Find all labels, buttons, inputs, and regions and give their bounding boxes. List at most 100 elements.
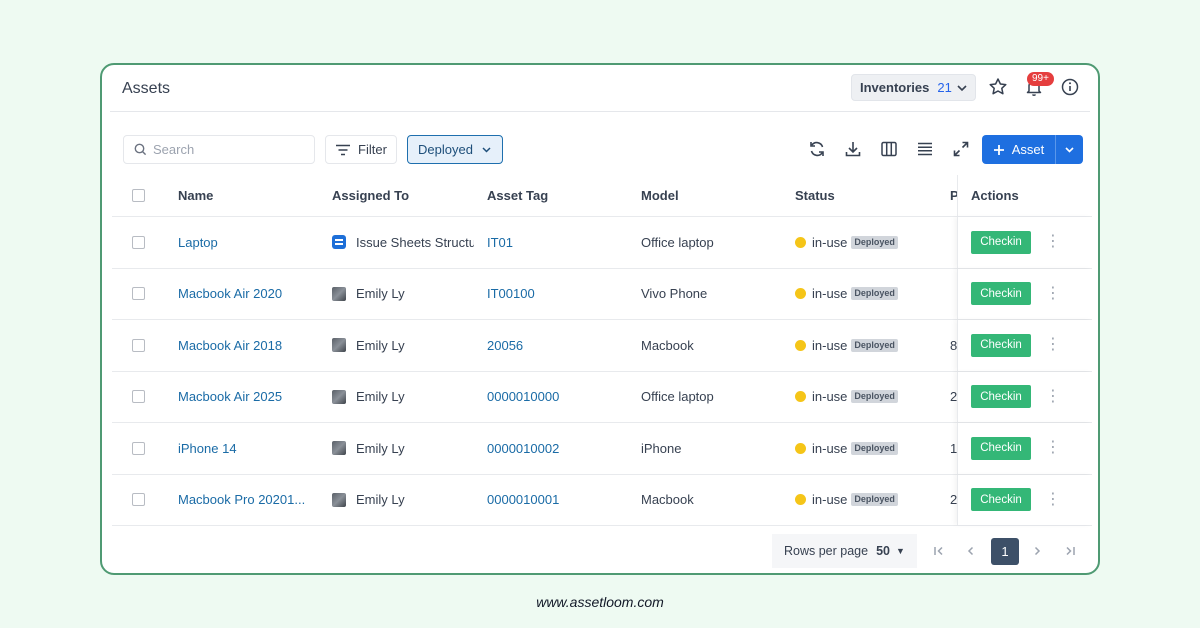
filter-icon	[336, 144, 351, 155]
asset-tag-link[interactable]: 0000010000	[487, 372, 627, 423]
column-header-assigned-to[interactable]: Assigned To	[332, 175, 474, 216]
checkin-button[interactable]: Checkin	[971, 230, 1031, 254]
header-bar: Assets Inventories 21 99+	[110, 65, 1090, 112]
last-page-button[interactable]	[1061, 540, 1079, 562]
filter-label: Filter	[358, 142, 387, 157]
assigned-to-cell: Emily Ly	[332, 320, 474, 371]
checkin-button[interactable]: Checkin	[971, 385, 1031, 409]
status-cell: in-use Deployed	[795, 269, 945, 320]
status-dot-icon	[795, 442, 806, 454]
asset-name-link[interactable]: Macbook Air 2020	[178, 269, 328, 320]
info-icon[interactable]	[1059, 76, 1081, 98]
model-text: Macbook	[641, 492, 694, 508]
actions-cell: Checkin ⋮	[957, 423, 1092, 474]
current-page[interactable]: 1	[991, 538, 1019, 565]
status-dot-icon	[795, 391, 806, 403]
row-checkbox[interactable]	[132, 493, 145, 507]
prev-page-button[interactable]	[962, 540, 980, 562]
asset-tag-link[interactable]: 0000010002	[487, 423, 627, 474]
search-field[interactable]	[123, 135, 315, 164]
asset-tag-link[interactable]: 20056	[487, 320, 627, 371]
search-input[interactable]	[153, 142, 303, 157]
inventories-count: 21	[937, 80, 952, 95]
more-options-icon[interactable]: ⋮	[1045, 337, 1061, 353]
assigned-to-text: Issue Sheets Structu	[356, 234, 474, 250]
next-page-button[interactable]	[1028, 540, 1046, 562]
model-text: Office laptop	[641, 234, 714, 250]
table-row[interactable]: Macbook Pro 20201... Emily Ly 0000010001 Ma…	[112, 474, 1092, 526]
more-options-icon[interactable]: ⋮	[1045, 285, 1061, 302]
density-icon[interactable]	[915, 139, 935, 159]
star-icon[interactable]	[987, 76, 1009, 98]
fullscreen-icon[interactable]	[951, 139, 971, 159]
column-header-model[interactable]: Model	[641, 175, 781, 216]
checkin-button[interactable]: Checkin	[971, 282, 1031, 306]
row-checkbox[interactable]	[132, 390, 145, 404]
row-checkbox[interactable]	[132, 441, 145, 455]
asset-tag-link[interactable]: 0000010001	[487, 475, 627, 526]
column-header-name[interactable]: Name	[178, 175, 328, 216]
more-options-icon[interactable]: ⋮	[1045, 388, 1061, 405]
add-asset-main[interactable]: Asset	[982, 135, 1056, 164]
table-row[interactable]: Macbook Air 2020 Emily Ly IT00100 Vivo Phon…	[112, 268, 1092, 320]
row-checkbox[interactable]	[132, 287, 145, 301]
more-options-icon[interactable]: ⋮	[1045, 440, 1061, 456]
inventories-label: Inventories	[860, 80, 930, 95]
asset-name-link[interactable]: Laptop	[178, 217, 328, 268]
actions-cell: Checkin ⋮	[957, 268, 1092, 319]
more-options-icon[interactable]: ⋮	[1045, 491, 1061, 508]
actions-cell: Checkin ⋮	[957, 320, 1092, 371]
table-row[interactable]: Macbook Air 2025 Emily Ly 0000010000 Office…	[112, 371, 1092, 423]
actions-cell: Checkin ⋮	[957, 474, 1092, 525]
table-row[interactable]: Macbook Air 2018 Emily Ly 20056 Macbook in-u…	[112, 320, 1092, 372]
column-header-asset-tag[interactable]: Asset Tag	[487, 175, 627, 216]
first-page-icon	[934, 546, 943, 556]
table-row[interactable]: iPhone 14 Emily Ly 0000010002 iPhone in-use D…	[112, 423, 1092, 475]
checkin-button[interactable]: Checkin	[971, 333, 1031, 357]
asset-name-link[interactable]: iPhone 14	[178, 423, 328, 474]
avatar	[332, 441, 346, 456]
table-row[interactable]: Laptop Issue Sheets Structu IT01 Office lap…	[112, 217, 1092, 269]
status-badge: Deployed	[851, 287, 898, 301]
asset-tag-link[interactable]: IT01	[487, 217, 627, 268]
columns-icon[interactable]	[879, 139, 899, 159]
checkin-button[interactable]: Checkin	[971, 436, 1031, 460]
avatar	[332, 492, 346, 507]
rows-per-page[interactable]: Rows per page 50 ▼	[772, 534, 917, 568]
refresh-icon[interactable]	[807, 139, 827, 159]
row-checkbox[interactable]	[132, 235, 145, 249]
download-icon[interactable]	[843, 139, 863, 159]
checkin-button[interactable]: Checkin	[971, 488, 1031, 512]
asset-name-link[interactable]: Macbook Pro 20201...	[178, 475, 328, 526]
status-filter-dropdown[interactable]: Deployed	[407, 135, 503, 164]
status-text: in-use	[812, 492, 848, 508]
filter-button[interactable]: Filter	[325, 135, 397, 164]
status-dot-icon	[795, 236, 806, 248]
assigned-to-cell: Emily Ly	[332, 423, 474, 474]
status-cell: in-use Deployed	[795, 423, 945, 474]
assigned-to-cell: Emily Ly	[332, 475, 474, 526]
sheet-icon	[332, 235, 346, 250]
row-select-cell	[132, 423, 152, 474]
rows-per-page-label: Rows per page	[784, 544, 869, 558]
row-select-cell	[132, 320, 152, 371]
asset-tag-link[interactable]: IT00100	[487, 269, 627, 320]
more-options-icon[interactable]: ⋮	[1045, 234, 1061, 250]
select-all-checkbox[interactable]	[132, 189, 145, 202]
row-checkbox[interactable]	[132, 338, 145, 352]
chevron-right-icon	[1034, 546, 1041, 556]
status-dot-icon	[795, 339, 806, 351]
caret-down-icon: ▼	[895, 546, 905, 556]
add-asset-dropdown[interactable]	[1056, 135, 1083, 164]
page-title: Assets	[122, 80, 171, 97]
first-page-button[interactable]	[930, 540, 948, 562]
asset-name-link[interactable]: Macbook Air 2025	[178, 372, 328, 423]
asset-name-link[interactable]: Macbook Air 2018	[178, 320, 328, 371]
add-asset-button[interactable]: Asset	[982, 135, 1083, 164]
status-text: in-use	[812, 234, 848, 250]
assigned-to-text: Emily Ly	[356, 286, 405, 302]
status-cell: in-use Deployed	[795, 372, 945, 423]
column-header-status[interactable]: Status	[795, 175, 945, 216]
inventories-select[interactable]: Inventories 21	[851, 74, 976, 101]
avatar	[332, 286, 346, 301]
